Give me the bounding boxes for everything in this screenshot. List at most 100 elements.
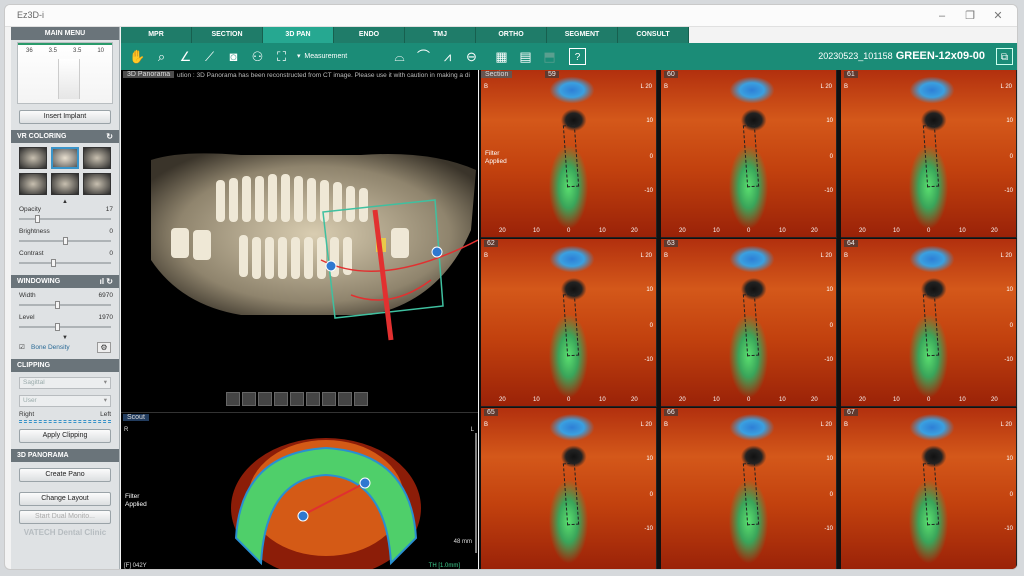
vr-preset[interactable] bbox=[83, 147, 111, 169]
implant-outline[interactable] bbox=[562, 462, 580, 526]
tick: 0 bbox=[567, 228, 571, 234]
opacity-slider[interactable]: Opacity 17 bbox=[11, 205, 119, 227]
section-cell[interactable]: 62 B L 20 10 0 -10 20 10 0 10 20 bbox=[481, 239, 657, 407]
implant-outline[interactable] bbox=[562, 293, 580, 357]
arch-icon[interactable]: ⌒ bbox=[415, 48, 432, 65]
maximize-icon[interactable]: ❐ bbox=[957, 8, 983, 24]
section-cell[interactable]: 61 B L 20 10 0 -10 20 10 0 10 20 bbox=[841, 70, 1017, 238]
tab-mpr[interactable]: MPR bbox=[121, 27, 192, 43]
curve-icon[interactable]: ⟋ bbox=[201, 48, 218, 65]
clip-plane-select[interactable]: Sagittal bbox=[19, 377, 111, 389]
vr-preset[interactable] bbox=[83, 173, 111, 195]
main-menu-header: MAIN MENU bbox=[11, 27, 119, 40]
tick: 10 bbox=[1006, 118, 1013, 124]
slider-knob[interactable] bbox=[63, 237, 68, 245]
apply-clipping-button[interactable]: Apply Clipping bbox=[19, 429, 111, 443]
contrast-slider[interactable]: Contrast 0 bbox=[11, 249, 119, 271]
section-cell[interactable]: 63 B L 20 10 0 -10 20 10 0 10 20 bbox=[661, 239, 837, 407]
tab-3d-pan[interactable]: 3D PAN bbox=[263, 27, 334, 43]
slider-knob[interactable] bbox=[51, 259, 56, 267]
clip-range-bar[interactable] bbox=[19, 420, 111, 423]
implant-outline[interactable] bbox=[922, 462, 940, 526]
create-pano-button[interactable]: Create Pano bbox=[19, 468, 111, 482]
section-cell[interactable]: 60 B L 20 10 0 -10 20 10 0 10 20 bbox=[661, 70, 837, 238]
tab-section[interactable]: SECTION bbox=[192, 27, 263, 43]
tooth-icon[interactable]: ⛶ bbox=[273, 48, 290, 65]
tick: -10 bbox=[824, 526, 833, 532]
tab-segment[interactable]: SEGMENT bbox=[547, 27, 618, 43]
layout-icon[interactable]: ▤ bbox=[517, 48, 534, 65]
tick: 0 bbox=[649, 154, 653, 160]
preset-icon[interactable] bbox=[322, 392, 336, 406]
implant-outline[interactable] bbox=[742, 293, 760, 357]
zoom-icon[interactable]: ⌕ bbox=[153, 48, 170, 65]
settings-gear-icon[interactable]: ⚙ bbox=[97, 342, 111, 353]
width-slider[interactable]: Width 6970 bbox=[11, 291, 119, 313]
tab-consult[interactable]: CONSULT bbox=[618, 27, 689, 43]
clip-user-select[interactable]: User bbox=[19, 395, 111, 407]
level-slider[interactable]: Level 1970 bbox=[11, 313, 119, 335]
vr-preset[interactable] bbox=[19, 147, 47, 169]
preset-icon[interactable] bbox=[290, 392, 304, 406]
implant-outline[interactable] bbox=[742, 462, 760, 526]
checkbox-icon[interactable]: ☑ bbox=[19, 343, 25, 351]
minimize-icon[interactable]: – bbox=[929, 8, 955, 24]
rotate-handle-icon[interactable] bbox=[325, 260, 337, 272]
dual-monitor-button[interactable]: Start Dual Monito... bbox=[19, 510, 111, 524]
rotate-handle-icon[interactable] bbox=[431, 246, 443, 258]
angle-icon[interactable]: ∠ bbox=[177, 48, 194, 65]
angle-measure-icon[interactable]: ⩘ bbox=[439, 48, 456, 65]
vr-coloring-header: VR COLORING ↻ bbox=[11, 130, 119, 143]
tick: -10 bbox=[1004, 188, 1013, 194]
handle-icon[interactable] bbox=[297, 510, 309, 522]
density-histogram: 36 3.5 3.5 10 bbox=[17, 42, 113, 104]
implant-outline[interactable] bbox=[742, 124, 760, 188]
section-cell[interactable]: 66 B L 20 10 0 -10 bbox=[661, 408, 837, 569]
preset-icon[interactable] bbox=[354, 392, 368, 406]
slider-knob[interactable] bbox=[55, 301, 60, 309]
rotate-icon[interactable]: ⊖ bbox=[463, 48, 480, 65]
reset-icon[interactable]: ↻ bbox=[106, 130, 113, 143]
tab-ortho[interactable]: ORTHO bbox=[476, 27, 547, 43]
brightness-slider[interactable]: Brightness 0 bbox=[11, 227, 119, 249]
camera-icon[interactable]: ◙ bbox=[225, 48, 242, 65]
handle-icon[interactable] bbox=[359, 477, 371, 489]
close-icon[interactable]: ✕ bbox=[985, 8, 1011, 24]
pan-hand-icon[interactable]: ✋ bbox=[129, 48, 146, 65]
implant-outline[interactable] bbox=[922, 124, 940, 188]
histogram-icon[interactable]: ıl ↻ bbox=[100, 275, 113, 288]
tick: 0 bbox=[927, 228, 931, 234]
change-layout-button[interactable]: Change Layout bbox=[19, 492, 111, 506]
capture-icon[interactable]: ⚇ bbox=[249, 48, 266, 65]
preset-icon[interactable] bbox=[258, 392, 272, 406]
slider-knob[interactable] bbox=[55, 323, 60, 331]
help-icon[interactable]: ? bbox=[569, 48, 586, 65]
preset-icon[interactable] bbox=[306, 392, 320, 406]
preset-icon[interactable] bbox=[274, 392, 288, 406]
preset-icon[interactable] bbox=[226, 392, 240, 406]
section-cell[interactable]: 67 B L 20 10 0 -10 bbox=[841, 408, 1017, 569]
insert-implant-button[interactable]: Insert Implant bbox=[19, 110, 111, 124]
export-icon[interactable]: ⬒ bbox=[541, 48, 558, 65]
implant-outline[interactable] bbox=[562, 124, 580, 188]
screenshot-icon[interactable]: ⧉ bbox=[996, 48, 1013, 65]
implant-outline[interactable] bbox=[922, 293, 940, 357]
slider-knob[interactable] bbox=[35, 215, 40, 223]
width-value: 6970 bbox=[98, 292, 113, 299]
section-cell[interactable]: 64 B L 20 10 0 -10 20 10 0 10 20 bbox=[841, 239, 1017, 407]
tab-endo[interactable]: ENDO bbox=[334, 27, 405, 43]
preset-icon[interactable] bbox=[338, 392, 352, 406]
vr-preset[interactable] bbox=[51, 173, 79, 195]
preset-icon[interactable] bbox=[242, 392, 256, 406]
measurement-dropdown[interactable]: ▾ Measurement bbox=[297, 52, 347, 60]
tab-tmj[interactable]: TMJ bbox=[405, 27, 476, 43]
tick: 10 bbox=[1006, 456, 1013, 462]
nerve-icon[interactable]: ⌓ bbox=[391, 48, 408, 65]
chart-icon[interactable]: ▦ bbox=[493, 48, 510, 65]
section-cell[interactable]: 65 B L 20 10 0 -10 bbox=[481, 408, 657, 569]
panorama-viewport[interactable]: 3D Panorama ution : 3D Panorama has been… bbox=[121, 70, 478, 412]
vr-preset[interactable] bbox=[51, 147, 79, 169]
scout-viewport[interactable]: Scout R L Filter Applied 48 mm [F] 042Y T… bbox=[121, 412, 478, 569]
section-cell[interactable]: 59 B L 20 10 0 -10 20 10 0 10 20 Filter Applied bbox=[481, 70, 657, 238]
vr-preset[interactable] bbox=[19, 173, 47, 195]
